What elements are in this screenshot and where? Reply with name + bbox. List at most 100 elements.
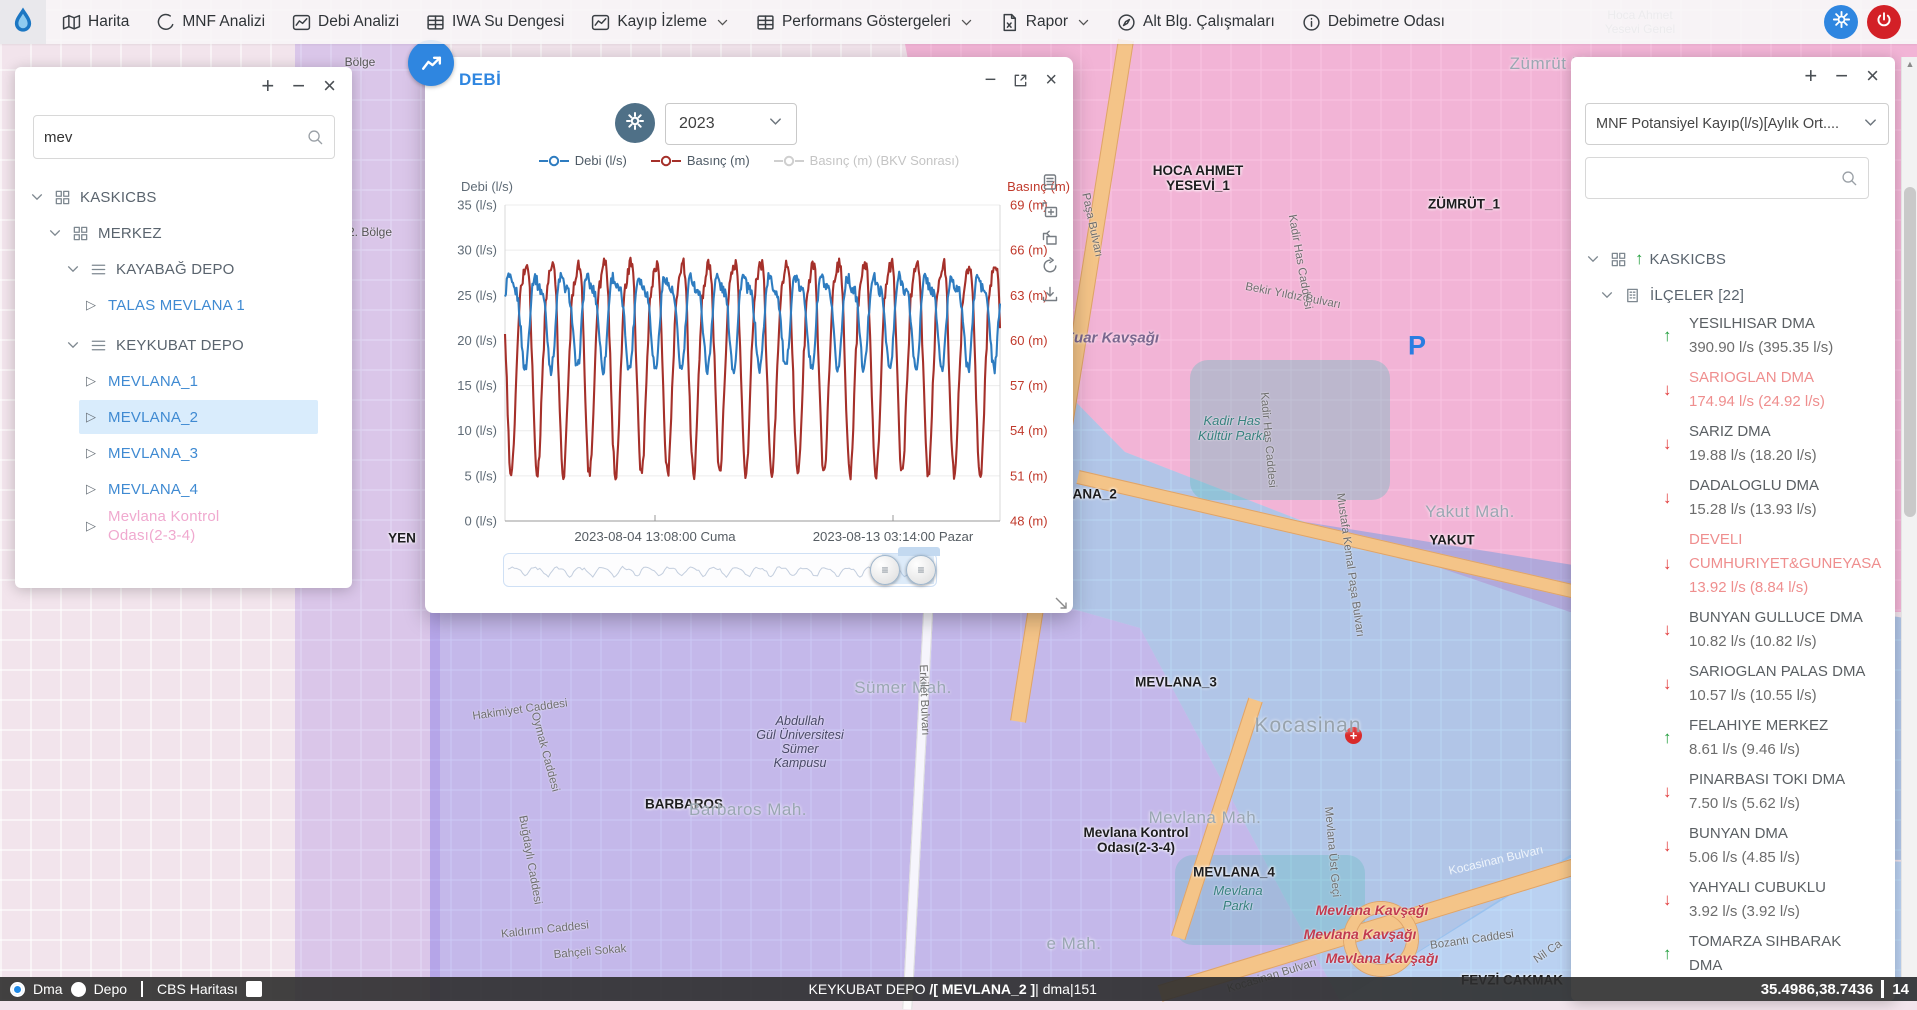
- nav-item-debi-analizi[interactable]: Debi Analizi: [292, 13, 399, 32]
- dma-item-bunyan-dma[interactable]: ↓BUNYAN DMA5.06 l/s (4.85 l/s): [1571, 819, 1871, 873]
- legend-item-bas-n-m-bkv-sonras[interactable]: Basınç (m) (BKV Sonrası): [774, 153, 960, 168]
- dma-search-input[interactable]: [1586, 170, 1841, 187]
- nav-item-harita[interactable]: Harita: [62, 13, 129, 32]
- map-label: e Mah.: [1047, 934, 1102, 954]
- cbs-map-checkbox[interactable]: [246, 981, 262, 997]
- dma-item-sariz-dma[interactable]: ↓SARIZ DMA19.88 l/s (18.20 l/s): [1571, 417, 1871, 471]
- dma-layer-label: Dma: [33, 981, 63, 997]
- tree-item-mevlana-3[interactable]: ▷MEVLANA_3: [15, 435, 352, 471]
- expand-triangle-icon[interactable]: ▷: [83, 445, 99, 461]
- nav-item-alt-blg-al-malar[interactable]: Alt Blg. Çalışmaları: [1117, 13, 1275, 32]
- tree-item-mevlana-kontrol-odas-2-3-4[interactable]: ▷Mevlana Kontrol Odası(2-3-4): [15, 507, 352, 545]
- caret-down-icon[interactable]: [1599, 288, 1615, 302]
- year-dropdown[interactable]: 2023: [665, 103, 797, 145]
- nav-item-kay-p-i-zleme[interactable]: Kayıp İzleme: [591, 13, 729, 32]
- caret-down-icon[interactable]: [65, 338, 81, 352]
- coordinates-value: 35.4986,38.7436: [1761, 981, 1874, 998]
- map-label: YAKUT: [1429, 533, 1474, 548]
- dma-item-sarioglan-dma[interactable]: ↓SARIOGLAN DMA174.94 l/s (24.92 l/s): [1571, 363, 1871, 417]
- map-label: Mustafa Kemal Paşa Bulvarı: [1334, 492, 1366, 637]
- dma-value: 3.92 l/s (3.92 l/s): [1689, 900, 1871, 924]
- settings-button[interactable]: [1824, 5, 1858, 39]
- caret-down-icon[interactable]: [65, 262, 81, 276]
- expand-triangle-icon[interactable]: ▷: [83, 297, 99, 313]
- nav-item-debimetre-odas[interactable]: Debimetre Odası: [1302, 13, 1445, 32]
- dma-item-dadaloglu-dma[interactable]: ↓DADALOGLU DMA15.28 l/s (13.93 l/s): [1571, 471, 1871, 525]
- depo-layer-radio[interactable]: [71, 982, 86, 997]
- window-resize-handle[interactable]: [1053, 595, 1069, 611]
- tree-item-ilceler[interactable]: İLÇELER [22]: [1571, 277, 1895, 313]
- expand-triangle-icon[interactable]: ▷: [83, 518, 99, 534]
- dma-item-develi-cumhuriyet-guneyasa[interactable]: ↓DEVELI CUMHURIYET&GUNEYASA13.92 l/s (8.…: [1571, 525, 1871, 603]
- map-label: Mevlana Kontrol Odası(2-3-4): [1083, 825, 1188, 855]
- nav-item-rapor[interactable]: Rapor: [1000, 13, 1090, 32]
- nav-item-performans-g-stergeleri[interactable]: Performans Göstergeleri: [756, 13, 973, 32]
- panel-expand-button[interactable]: +: [261, 73, 274, 99]
- tree-item-label: İLÇELER [22]: [1650, 287, 1744, 304]
- nav-item-mnf-analizi[interactable]: MNF Analizi: [156, 13, 265, 32]
- close-button[interactable]: ×: [1045, 69, 1057, 92]
- legend-item-debi-l-s[interactable]: Debi (l/s): [539, 153, 627, 168]
- toolbox-restore-icon[interactable]: [1041, 229, 1059, 247]
- panel-collapse-button[interactable]: −: [292, 73, 305, 99]
- power-icon: [1875, 11, 1893, 34]
- trend-icon: [292, 13, 311, 32]
- tree-item-mevlana-4[interactable]: ▷MEVLANA_4: [15, 471, 352, 507]
- chart-settings-button[interactable]: [615, 103, 655, 143]
- datazoom-handle-right[interactable]: ≡: [906, 555, 936, 585]
- tree-item-kaskicbs[interactable]: ↑KASKICBS: [1571, 241, 1895, 277]
- tree-item-kaskicbs[interactable]: KASKICBS: [15, 179, 352, 215]
- app-logo[interactable]: [0, 0, 46, 44]
- toolbox-save-image-icon[interactable]: [1041, 285, 1059, 303]
- expand-triangle-icon[interactable]: ▷: [83, 481, 99, 497]
- dma-name: YESILHISAR DMA: [1689, 312, 1871, 336]
- legend-marker-icon: [774, 155, 804, 167]
- toolbox-refresh-icon[interactable]: [1041, 257, 1059, 275]
- dma-name: SARIZ DMA: [1689, 420, 1871, 444]
- dma-item-bunyan-gulluce-dma[interactable]: ↓BUNYAN GULLUCE DMA10.82 l/s (10.82 l/s): [1571, 603, 1871, 657]
- trend-down-icon: ↓: [1663, 434, 1689, 454]
- minimize-button[interactable]: −: [985, 69, 997, 92]
- nav-item-iwa-su-dengesi[interactable]: IWA Su Dengesi: [426, 13, 564, 32]
- metric-dropdown[interactable]: MNF Potansiyel Kayıp(l/s)[Aylık Ort....: [1585, 103, 1889, 145]
- panel-close-button[interactable]: ×: [1866, 63, 1879, 89]
- dma-layer-radio[interactable]: [10, 982, 25, 997]
- tree-item-label: MEVLANA_2: [108, 409, 198, 426]
- panel-close-button[interactable]: ×: [323, 73, 336, 99]
- expand-triangle-icon[interactable]: ▷: [83, 373, 99, 389]
- dma-item-sarioglan-palas-dma[interactable]: ↓SARIOGLAN PALAS DMA10.57 l/s (10.55 l/s…: [1571, 657, 1871, 711]
- map-red-plus-marker[interactable]: +: [1345, 727, 1362, 744]
- logout-button[interactable]: [1867, 5, 1901, 39]
- toolbox-data-view-icon[interactable]: [1041, 173, 1059, 191]
- dma-name: BUNYAN GULLUCE DMA: [1689, 606, 1871, 630]
- dma-item-pinarbasi-toki-dma[interactable]: ↓PINARBASI TOKI DMA7.50 l/s (5.62 l/s): [1571, 765, 1871, 819]
- scroll-up-arrow-icon[interactable]: ▲: [1902, 59, 1917, 69]
- search-icon: [307, 129, 324, 146]
- dma-item-yahyali-cubuklu[interactable]: ↓YAHYALI CUBUKLU3.92 l/s (3.92 l/s): [1571, 873, 1871, 927]
- caret-down-icon[interactable]: [47, 226, 63, 240]
- datazoom-handle-left[interactable]: ≡: [870, 555, 900, 585]
- toolbox-zoom-select-icon[interactable]: [1041, 201, 1059, 219]
- caret-down-icon[interactable]: [1585, 252, 1601, 266]
- caret-down-icon[interactable]: [29, 190, 45, 204]
- panel-expand-button[interactable]: +: [1804, 63, 1817, 89]
- dma-item-felahiye-merkez[interactable]: ↑FELAHIYE MERKEZ8.61 l/s (9.46 l/s): [1571, 711, 1871, 765]
- chart-window-icon: [408, 40, 454, 86]
- maximize-button[interactable]: [1012, 72, 1029, 89]
- vertical-scrollbar[interactable]: ▲: [1901, 57, 1917, 977]
- scrollbar-thumb[interactable]: [1904, 187, 1916, 517]
- tree-item-merkez[interactable]: MERKEZ: [15, 215, 352, 251]
- dma-item-yesilhisar-dma[interactable]: ↑YESILHISAR DMA390.90 l/s (395.35 l/s): [1571, 309, 1871, 363]
- tree-item-mevlana-2[interactable]: ▷ MEVLANA_2: [15, 399, 352, 435]
- panel-collapse-button[interactable]: −: [1835, 63, 1848, 89]
- tree-item-mevlana-1[interactable]: ▷MEVLANA_1: [15, 363, 352, 399]
- dma-item-tomarza-sihbarak-dma[interactable]: ↑TOMARZA SIHBARAK DMA: [1571, 927, 1871, 981]
- tree-item-talas-mevlana-1[interactable]: ▷TALAS MEVLANA 1: [15, 287, 352, 323]
- tree-search-input[interactable]: [34, 129, 307, 146]
- legend-item-bas-n-m[interactable]: Basınç (m): [651, 153, 750, 168]
- expand-triangle-icon[interactable]: ▷: [83, 409, 99, 425]
- tree-item-keykubat-depo[interactable]: KEYKUBAT DEPO: [15, 327, 352, 363]
- datazoom-slider[interactable]: ≡ ≡: [503, 553, 937, 587]
- compass-icon: [1117, 13, 1136, 32]
- tree-item-kayaba-depo[interactable]: KAYABAĞ DEPO: [15, 251, 352, 287]
